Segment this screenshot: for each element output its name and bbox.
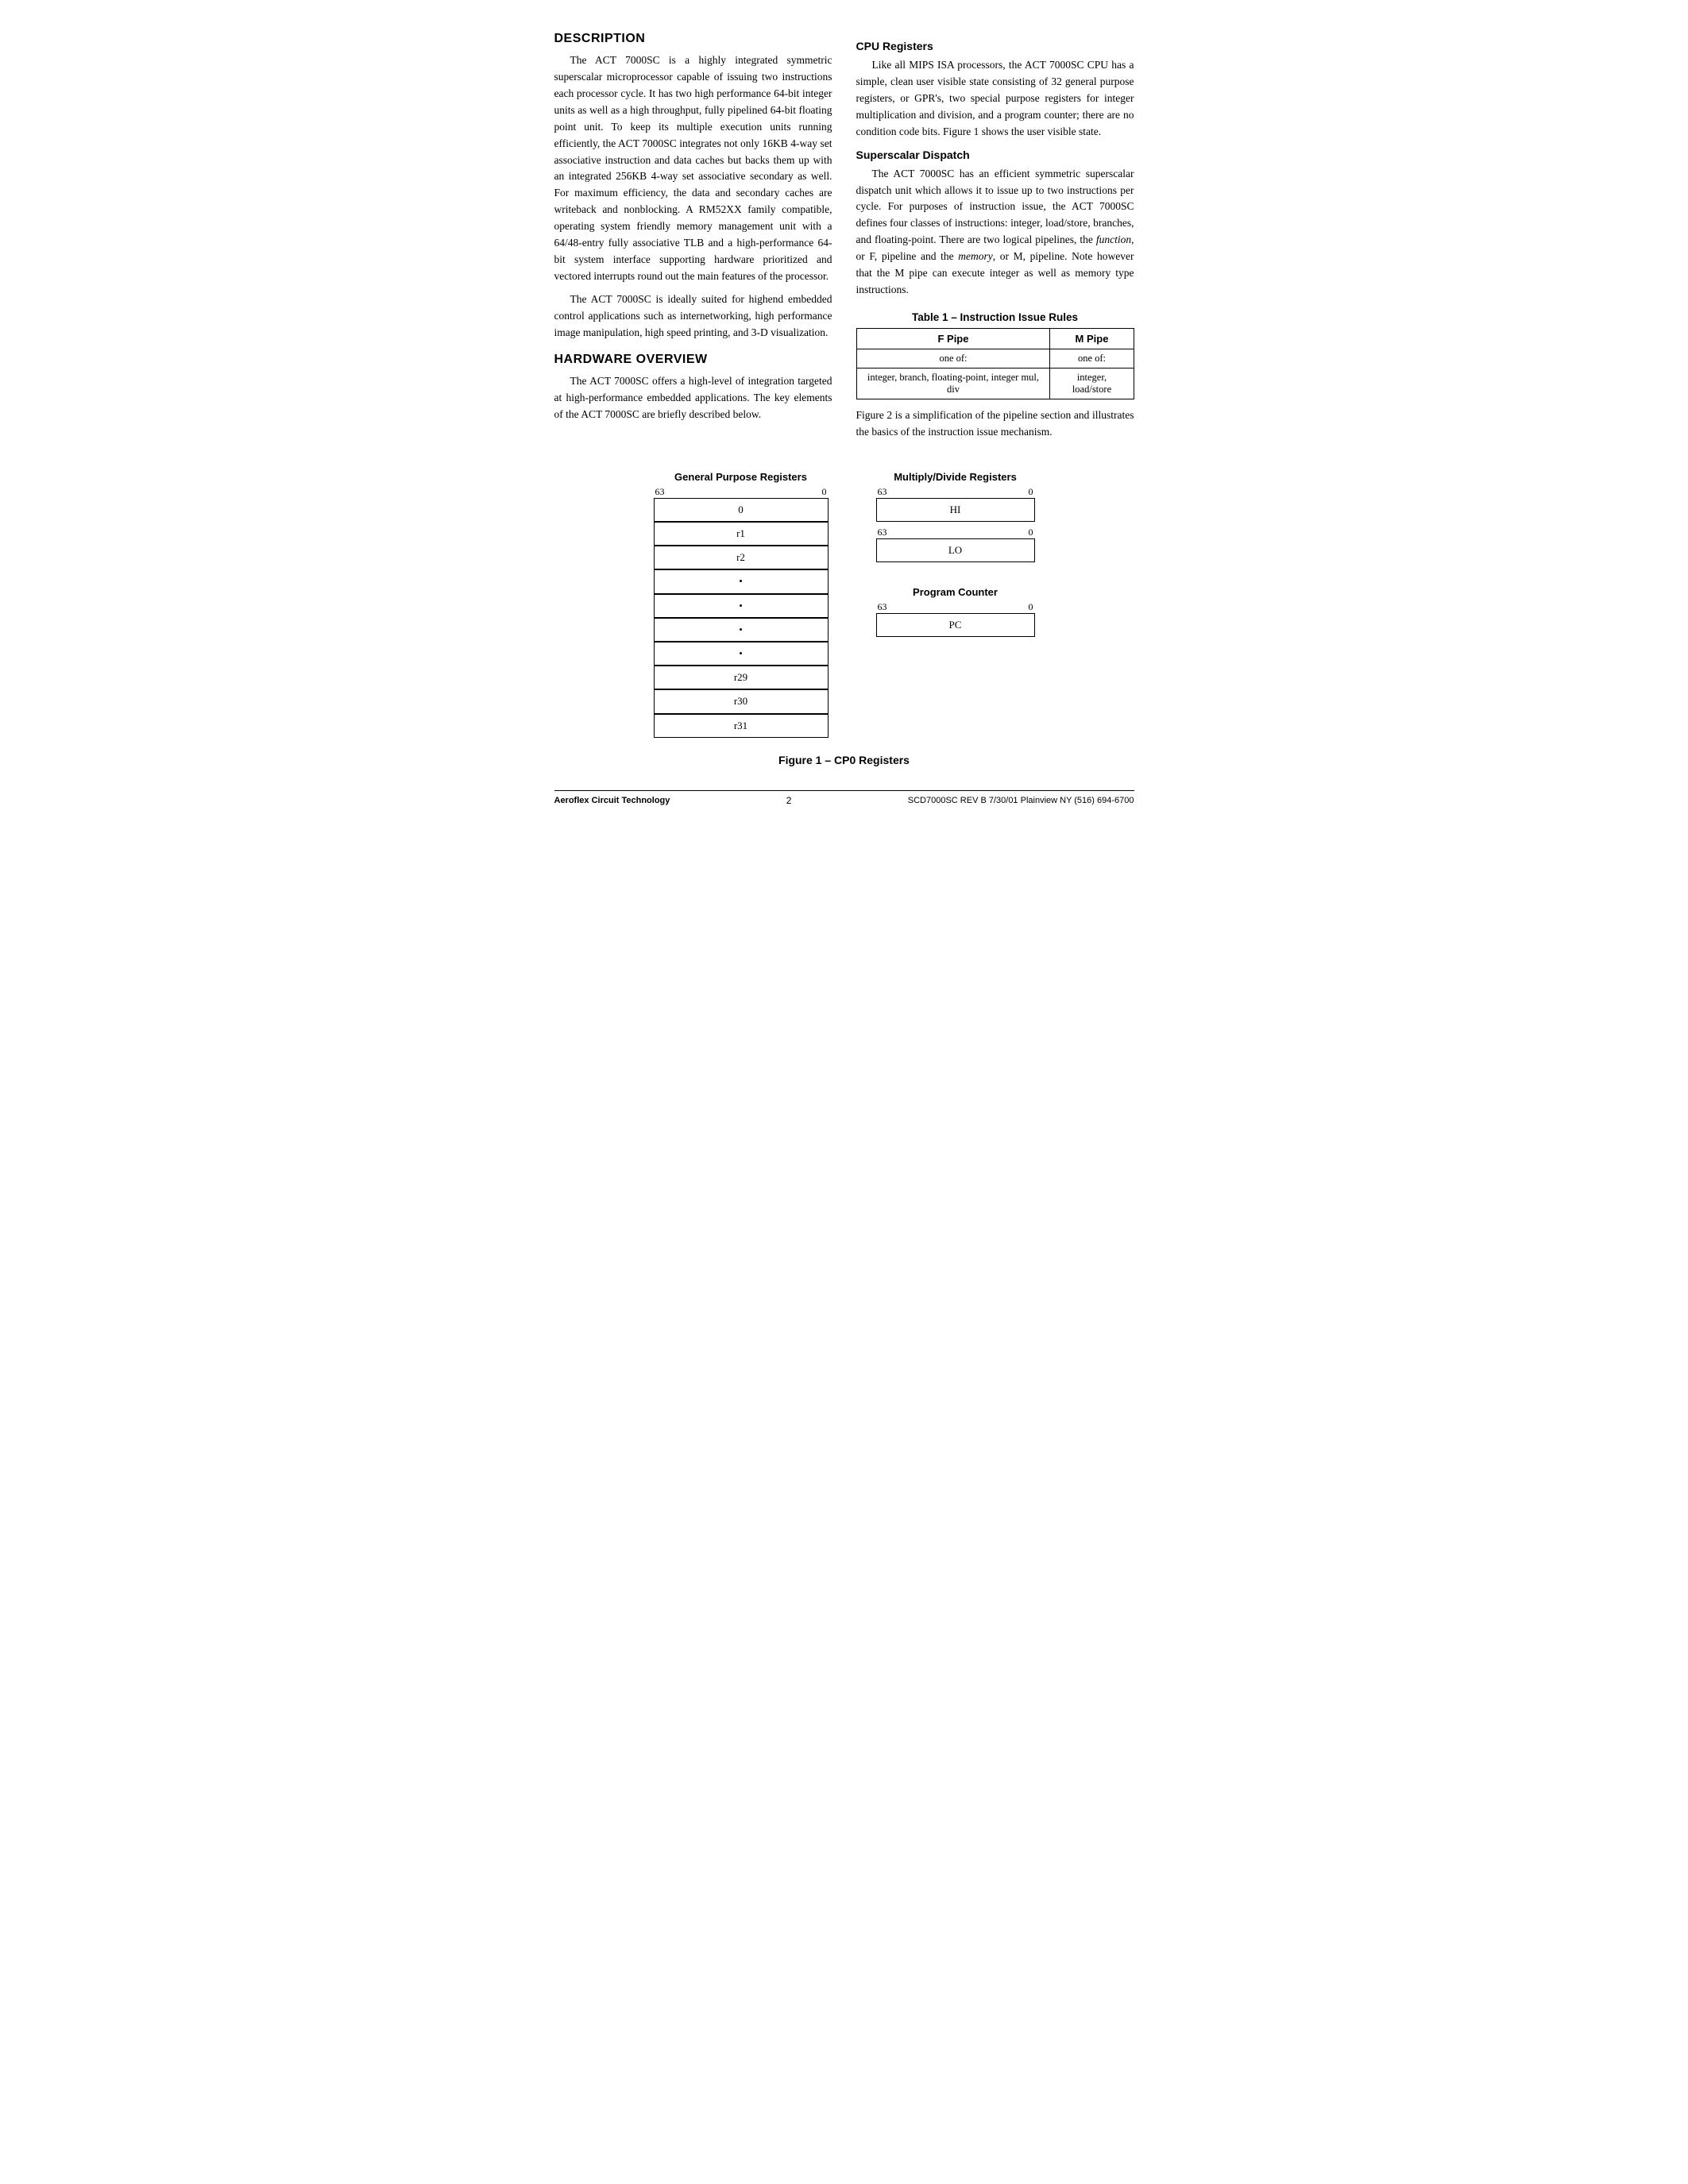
pc-label: Program Counter [913,586,998,598]
description-heading: DESCRIPTION [554,32,832,46]
hi-bit-labels: 63 0 [876,486,1035,498]
table-row: integer, branch, floating-point, integer… [856,368,1134,399]
gpr-row-r1: r1 [654,522,829,546]
gpr-row-r29: r29 [654,666,829,689]
superscalar-dispatch-para1: The ACT 7000SC has an efficient symmetri… [856,166,1134,299]
footer-left: Aeroflex Circuit Technology [554,796,670,805]
pc-bit-labels: 63 0 [876,601,1035,613]
md-label: Multiply/Divide Registers [894,471,1017,483]
lo-bit-labels: 63 0 [876,527,1035,538]
footer-right: SCD7000SC REV B 7/30/01 Plainview NY (51… [908,796,1134,805]
gpr-row-dot3: • [654,618,829,642]
table-row: one of: one of: [856,349,1134,368]
superscalar-dispatch-heading: Superscalar Dispatch [856,149,1134,161]
right-column: CPU Registers Like all MIPS ISA processo… [856,32,1134,447]
gpr-diagram: General Purpose Registers 63 0 0 r1 r2 •… [654,471,829,738]
table-title: Table 1 – Instruction Issue Rules [856,311,1134,323]
footer: Aeroflex Circuit Technology 2 SCD7000SC … [554,790,1134,806]
gpr-row-dot1: • [654,569,829,593]
gpr-row-r31: r31 [654,714,829,738]
diagrams-section: General Purpose Registers 63 0 0 r1 r2 •… [554,471,1134,738]
hardware-overview-para1: The ACT 7000SC offers a high-level of in… [554,373,832,423]
table-col1-header: F Pipe [856,328,1050,349]
gpr-bit-labels: 63 0 [654,486,829,498]
left-column: DESCRIPTION The ACT 7000SC is a highly i… [554,32,832,447]
table-cell: integer, branch, floating-point, integer… [856,368,1050,399]
gpr-row-dot4: • [654,642,829,666]
table-note: Figure 2 is a simplification of the pipe… [856,407,1134,441]
figure-caption: Figure 1 – CP0 Registers [554,754,1134,766]
right-diagrams: Multiply/Divide Registers 63 0 HI 63 0 L… [876,471,1035,638]
md-diagram: Multiply/Divide Registers 63 0 HI 63 0 L… [876,471,1035,562]
main-content: DESCRIPTION The ACT 7000SC is a highly i… [554,32,1134,447]
cpu-registers-para1: Like all MIPS ISA processors, the ACT 70… [856,57,1134,141]
instruction-issue-table: F Pipe M Pipe one of: one of: integer, b… [856,328,1134,399]
hardware-overview-heading: HARDWARE OVERVIEW [554,353,832,367]
table-cell: one of: [856,349,1050,368]
lo-register: LO [876,538,1035,562]
gpr-row-r30: r30 [654,689,829,713]
table-col2-header: M Pipe [1050,328,1134,349]
gpr-row-dot2: • [654,594,829,618]
table-cell: one of: [1050,349,1134,368]
gpr-label: General Purpose Registers [674,471,807,483]
description-para1: The ACT 7000SC is a highly integrated sy… [554,52,832,285]
cpu-registers-heading: CPU Registers [856,40,1134,52]
gpr-row-0: 0 [654,498,829,522]
table-cell: integer, load/store [1050,368,1134,399]
gpr-row-r2: r2 [654,546,829,569]
pc-diagram: Program Counter 63 0 PC [876,586,1035,637]
footer-page-number: 2 [786,795,792,806]
description-para2: The ACT 7000SC is ideally suited for hig… [554,291,832,341]
page: DESCRIPTION The ACT 7000SC is a highly i… [554,32,1134,905]
hi-register: HI [876,498,1035,522]
pc-register: PC [876,613,1035,637]
